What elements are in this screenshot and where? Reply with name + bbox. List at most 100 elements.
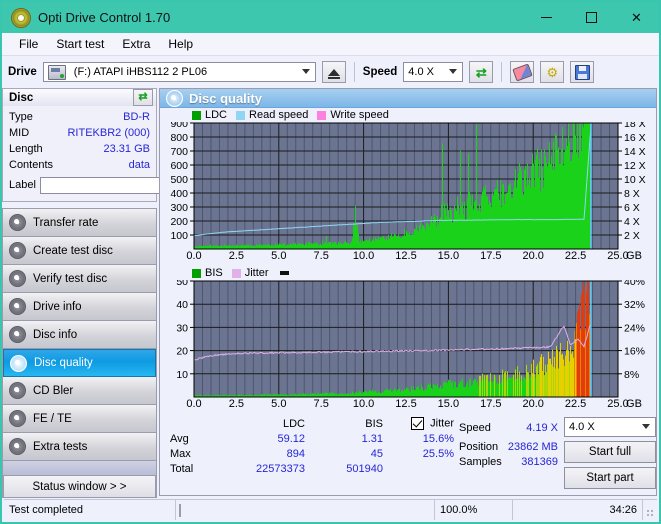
drive-select[interactable]: (F:) ATAPI iHBS112 2 PL06 [43,62,316,82]
sidebar-item-fe-te[interactable]: FE / TE [3,405,156,433]
stats-col-ldc: LDC [215,418,305,430]
disc-panel-title: Disc [9,92,33,104]
x-tick-label: 5.0 [271,250,286,262]
x-axis-unit: GB [626,250,642,262]
bis-chart-legend: BIS Jitter [160,266,656,280]
sidebar-item-label: Extra tests [33,441,87,453]
sidebar-item-label: Create test disc [33,245,113,257]
ldc-plot[interactable]: 1002003004005006007008009002 X4 X6 X8 X1… [160,122,656,250]
svg-text:500: 500 [170,174,188,186]
x-axis-unit: GB [626,398,642,410]
window-controls: ✕ [524,2,659,33]
status-window-button[interactable]: Status window > > [3,476,156,498]
disc-icon [9,270,26,287]
disc-field-length: Length 23.31 GB [9,141,150,157]
legend-swatch-read-speed [236,111,245,120]
disc-field-contents: Contents data [9,157,150,173]
svg-text:18 X: 18 X [624,122,646,130]
svg-text:10 X: 10 X [624,174,646,186]
disc-field-value: data [129,159,150,171]
minimize-button[interactable] [524,2,569,33]
svg-text:16%: 16% [624,346,645,358]
stats-row-label: Total [160,463,215,475]
close-button[interactable]: ✕ [614,2,659,33]
sidebar-item-label: Disc info [33,329,77,341]
disc-refresh-button[interactable]: ⇄ [133,89,153,106]
x-tick-label: 17.5 [480,398,501,410]
sidebar-item-disc-quality[interactable]: Disc quality [3,349,156,377]
svg-text:32%: 32% [624,299,645,311]
start-part-button[interactable]: Start part [564,467,656,489]
svg-text:8%: 8% [624,369,639,381]
svg-text:2 X: 2 X [624,230,640,242]
sidebar-item-disc-info[interactable]: Disc info [3,321,156,349]
drive-select-value: (F:) ATAPI iHBS112 2 PL06 [70,66,207,78]
error-statistics: LDC BIS Jitter Avg 59.12 1.31 15.6% [160,416,459,495]
ldc-chart-container: LDC Read speed Write speed 1002003004005… [160,108,656,264]
x-tick-label: 20.0 [522,250,543,262]
erase-button[interactable] [510,61,534,83]
jitter-checkbox[interactable] [411,417,424,430]
sidebar-item-cd-bler[interactable]: CD Bler [3,377,156,405]
svg-text:24%: 24% [624,322,645,334]
maximize-button[interactable] [569,2,614,33]
sidebar-item-transfer-rate[interactable]: Transfer rate [3,209,156,237]
app-icon [11,8,31,28]
chevron-down-icon [302,69,310,74]
svg-text:4 X: 4 X [624,216,640,228]
status-message: Test completed [4,500,176,520]
x-tick-label: 12.5 [395,250,416,262]
speed-readout-label: Speed [459,422,507,434]
stats-header-row: LDC BIS Jitter [160,416,459,431]
test-speed-value: 4.0 X [565,421,595,433]
test-speed-select[interactable]: 4.0 X [564,417,656,437]
sidebar-item-extra-tests[interactable]: Extra tests [3,433,156,461]
svg-text:800: 800 [170,132,188,144]
disc-field-label: Contents [9,159,53,171]
menu-extra[interactable]: Extra [113,35,159,53]
bis-jitter-plot[interactable]: 10203040508%16%24%32%40% [160,280,656,398]
disc-field-value: RITEKBR2 (000) [67,127,150,139]
jitter-toggle[interactable]: Jitter [383,417,458,430]
pane-header: Disc quality [160,89,656,108]
disc-icon [9,382,26,399]
disc-icon [9,214,26,231]
application-window: Opti Drive Control 1.70 ✕ File Start tes… [0,0,661,524]
disc-quality-icon [166,90,183,107]
sidebar-item-verify-test-disc[interactable]: Verify test disc [3,265,156,293]
svg-text:900: 900 [170,122,188,130]
refresh-icon: ⇄ [476,66,487,79]
eject-icon [328,69,340,76]
eject-button[interactable] [322,61,346,83]
sidebar-item-create-test-disc[interactable]: Create test disc [3,237,156,265]
save-button[interactable] [570,61,594,83]
menu-file[interactable]: File [10,35,47,53]
stats-value-bis: 1.31 [305,433,383,445]
x-tick-label: 20.0 [522,398,543,410]
toolbar-divider [501,62,502,82]
svg-text:10: 10 [176,369,188,381]
legend-label-jitter: Jitter [245,267,269,279]
test-nav: Transfer rate Create test disc Verify te… [2,208,157,498]
x-tick-label: 10.0 [353,398,374,410]
stats-row-total: Total 22573373 501940 [160,461,459,476]
speed-select[interactable]: 4.0 X [403,62,463,82]
x-tick-label: 22.5 [565,398,586,410]
x-tick-label: 15.0 [438,398,459,410]
stats-row-label: Max [160,448,215,460]
refresh-button[interactable]: ⇄ [469,61,493,83]
svg-text:200: 200 [170,216,188,228]
start-full-button[interactable]: Start full [564,441,656,463]
disc-label-caption: Label [9,179,36,191]
menu-help[interactable]: Help [159,35,202,53]
resize-grip[interactable] [643,500,657,520]
disc-icon [9,438,26,455]
tools-button[interactable]: ⚙ [540,61,564,83]
stats-value-ldc: 894 [215,448,305,460]
legend-label-ldc: LDC [205,109,227,121]
speed-label: Speed [363,66,398,78]
disc-field-label: MID [9,127,29,139]
menu-start-test[interactable]: Start test [47,35,113,53]
sidebar-item-drive-info[interactable]: Drive info [3,293,156,321]
readout-speed: Speed 4.19 X [459,416,564,439]
